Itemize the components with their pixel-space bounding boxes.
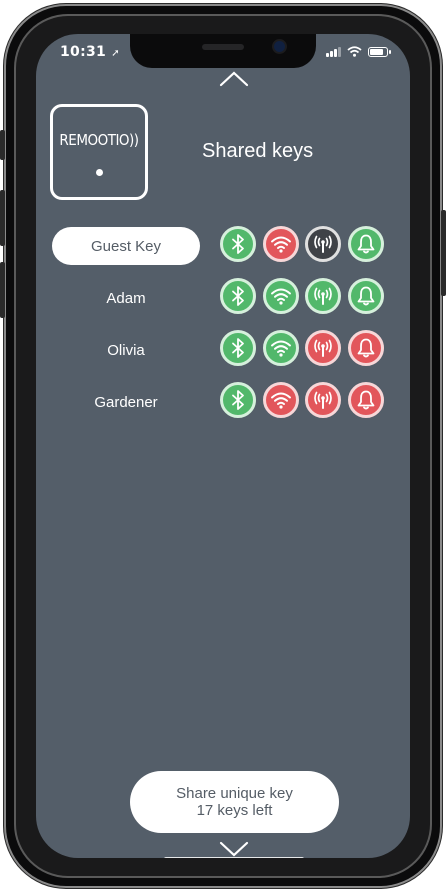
notch <box>130 34 316 68</box>
bell-icon[interactable] <box>347 382 384 418</box>
radio-antenna-icon[interactable] <box>305 382 341 418</box>
cellular-signal-icon <box>326 46 341 57</box>
battery-icon <box>368 46 391 57</box>
key-row: Olivia <box>36 326 410 370</box>
bluetooth-icon[interactable] <box>220 382 256 418</box>
keys-left-count: 17 keys left <box>196 802 273 819</box>
key-name-button[interactable]: Guest Key <box>52 227 200 265</box>
status-indicators <box>326 46 391 57</box>
app-screen: 10:31 ➚ REMOOTIO)) Shared keys Guest Key <box>36 34 410 858</box>
bluetooth-icon[interactable] <box>220 278 256 314</box>
key-row: Gardener <box>36 378 410 422</box>
status-time: 10:31 ➚ <box>60 44 120 60</box>
radio-antenna-icon[interactable] <box>305 278 341 314</box>
key-permissions <box>220 330 384 366</box>
wifi-icon[interactable] <box>262 330 299 366</box>
bell-icon[interactable] <box>347 278 384 314</box>
key-name-button[interactable]: Adam <box>52 279 200 317</box>
key-name-button[interactable]: Olivia <box>52 331 200 369</box>
side-button-mute <box>0 130 5 160</box>
status-time-text: 10:31 <box>60 44 107 60</box>
key-permissions <box>220 382 384 418</box>
logo-text: REMOOTIO)) <box>59 131 139 149</box>
bell-icon[interactable] <box>347 226 384 262</box>
remootio-logo: REMOOTIO)) <box>50 104 148 200</box>
key-name-button[interactable]: Gardener <box>52 383 200 421</box>
chevron-up-icon[interactable] <box>219 71 249 87</box>
key-permissions <box>220 278 384 314</box>
radio-antenna-icon[interactable] <box>305 226 341 262</box>
home-indicator[interactable] <box>164 857 304 858</box>
share-unique-key-button[interactable]: Share unique key 17 keys left <box>130 771 339 833</box>
speaker-grille <box>202 44 244 50</box>
key-row: Guest Key <box>36 222 410 266</box>
wifi-icon[interactable] <box>262 382 299 418</box>
wifi-status-icon <box>347 46 362 57</box>
bell-icon[interactable] <box>347 330 384 366</box>
location-arrow-icon: ➚ <box>111 48 120 59</box>
chevron-down-icon[interactable] <box>219 841 249 857</box>
page-title: Shared keys <box>202 140 314 162</box>
side-button-volume-down <box>0 262 5 318</box>
key-permissions <box>220 226 384 262</box>
share-button-label: Share unique key <box>176 785 293 802</box>
side-button-volume-up <box>0 190 5 246</box>
wifi-icon[interactable] <box>262 226 299 262</box>
front-camera <box>274 41 285 52</box>
logo-dot <box>96 169 103 176</box>
side-button-power <box>441 210 446 296</box>
bluetooth-icon[interactable] <box>220 226 256 262</box>
key-row: Adam <box>36 274 410 318</box>
radio-antenna-icon[interactable] <box>305 330 341 366</box>
wifi-icon[interactable] <box>262 278 299 314</box>
bluetooth-icon[interactable] <box>220 330 256 366</box>
